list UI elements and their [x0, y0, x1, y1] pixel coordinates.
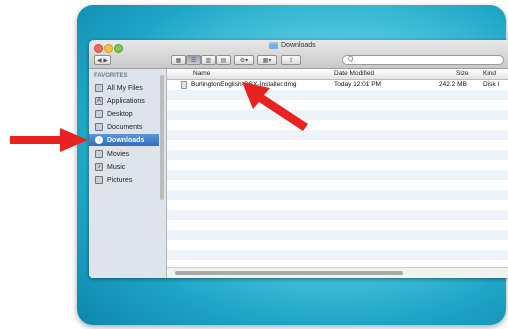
sidebar-item-label: Documents: [107, 123, 143, 131]
sidebar-item-label: Applications: [107, 97, 145, 105]
list-background: [167, 80, 508, 266]
sidebar-scrollbar[interactable]: [160, 75, 164, 200]
search-input[interactable]: Q: [342, 55, 504, 65]
coverflow-view-button[interactable]: ▤: [216, 55, 231, 65]
sidebar-item-label: Downloads: [107, 136, 145, 144]
column-headers: Name Date Modified Size Kind: [167, 69, 508, 80]
zoom-button[interactable]: [114, 44, 123, 53]
table-row[interactable]: BurlingtonEnglish-OSX-Installer.dmg Toda…: [167, 80, 508, 90]
sidebar-item-documents[interactable]: Documents: [89, 121, 159, 133]
file-kind: Disk I: [483, 81, 500, 88]
sidebar-item-applications[interactable]: A Applications: [89, 95, 159, 107]
back-forward-buttons[interactable]: ◀ ▶: [94, 55, 111, 65]
sidebar-item-label: Desktop: [107, 110, 133, 118]
column-view-button[interactable]: ▥: [201, 55, 216, 65]
finder-window: Downloads ◀ ▶ ▦ ☰ ▥ ▤ ⚙▾ ▦▾ ⇪ Q FAVORITE…: [89, 40, 508, 278]
icon-view-button[interactable]: ▦: [171, 55, 186, 65]
all-files-icon: [95, 84, 103, 92]
movies-icon: [95, 150, 103, 158]
documents-icon: [95, 123, 103, 131]
horizontal-scrollbar[interactable]: [167, 267, 508, 278]
share-button[interactable]: ⇪: [281, 55, 301, 65]
dmg-file-icon: [181, 81, 187, 89]
sidebar-item-label: Movies: [107, 150, 130, 158]
arrange-menu-button[interactable]: ▦▾: [257, 55, 277, 65]
sidebar-item-desktop[interactable]: Desktop: [89, 108, 159, 120]
file-list: Name Date Modified Size Kind BurlingtonE…: [167, 69, 508, 278]
sidebar-item-downloads[interactable]: ↓ Downloads: [89, 134, 159, 146]
downloads-icon: ↓: [95, 136, 103, 144]
horizontal-scroll-thumb[interactable]: [175, 271, 403, 275]
sidebar-item-music[interactable]: ♪ Music: [89, 161, 159, 173]
window-title-label: Downloads: [281, 42, 316, 49]
minimize-button[interactable]: [104, 44, 113, 53]
music-icon: ♪: [95, 163, 103, 171]
pointer-arrow-icon: [10, 128, 88, 152]
sidebar-item-label: All My Files: [107, 84, 143, 92]
desktop-icon: [95, 110, 103, 118]
pictures-icon: [95, 176, 103, 184]
window-title: Downloads: [269, 42, 316, 49]
sidebar-item-all-my-files[interactable]: All My Files: [89, 82, 159, 94]
pointer-arrow-icon: [242, 82, 308, 131]
sidebar-item-label: Pictures: [107, 176, 133, 184]
sidebar-header: FAVORITES: [94, 73, 128, 79]
close-button[interactable]: [94, 44, 103, 53]
sidebar-item-movies[interactable]: Movies: [89, 148, 159, 160]
title-bar: Downloads ◀ ▶ ▦ ☰ ▥ ▤ ⚙▾ ▦▾ ⇪ Q: [89, 40, 508, 69]
action-menu-button[interactable]: ⚙▾: [234, 55, 254, 65]
column-header-size[interactable]: Size: [456, 70, 469, 77]
list-view-button[interactable]: ☰: [186, 55, 201, 65]
column-header-kind[interactable]: Kind: [483, 70, 496, 77]
sidebar-item-pictures[interactable]: Pictures: [89, 174, 159, 186]
sidebar-item-label: Music: [107, 163, 126, 171]
column-header-date-modified[interactable]: Date Modified: [334, 70, 374, 77]
sidebar: FAVORITES All My Files A Applications De…: [89, 69, 167, 278]
applications-icon: A: [95, 97, 103, 105]
file-date-modified: Today 12:01 PM: [334, 81, 381, 88]
file-size: 242.2 MB: [439, 81, 467, 88]
folder-icon: [269, 42, 278, 49]
column-header-name[interactable]: Name: [193, 70, 210, 77]
